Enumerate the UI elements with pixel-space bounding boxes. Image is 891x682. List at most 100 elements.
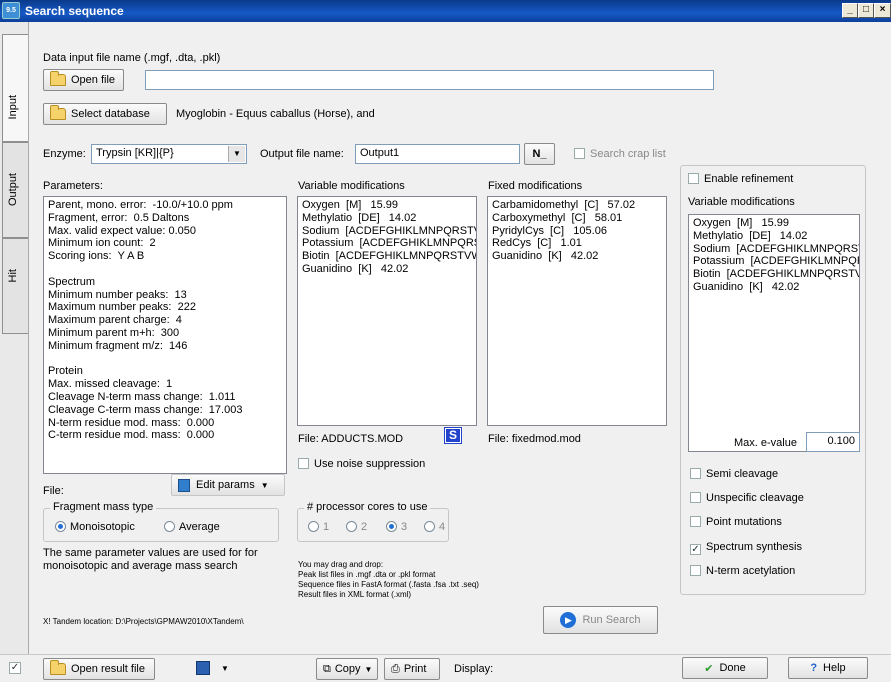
average-radio[interactable]: Average	[164, 521, 220, 533]
open-file-button[interactable]: Open file	[43, 69, 124, 91]
mass-type-legend: Fragment mass type	[50, 501, 157, 513]
edit-params-icon	[178, 478, 190, 492]
checkbox-box	[574, 148, 585, 159]
minimize-button[interactable]: _	[842, 3, 858, 18]
fixedmods-file: File: fixedmod.mod	[488, 433, 581, 445]
nterm-acetylation-label: N-term acetylation	[706, 565, 796, 577]
folder-icon	[50, 660, 66, 675]
radio-unselected	[164, 521, 175, 532]
help-button[interactable]: ? Help	[788, 657, 868, 679]
new-output-button[interactable]: N_	[524, 143, 555, 165]
datafile-input[interactable]	[145, 70, 714, 90]
max-evalue-input[interactable]: 0.100	[806, 432, 860, 452]
vertical-tab-strip: Input Output Hit	[0, 22, 29, 654]
checkbox-box	[688, 173, 699, 184]
print-label: Print	[403, 663, 427, 675]
core-2-label: 2	[361, 521, 368, 533]
select-database-button[interactable]: Select database	[43, 103, 167, 125]
refinement-varmods-listbox[interactable]: Oxygen [M] 15.99 Methylatio [DE] 14.02 S…	[688, 214, 860, 452]
bottom-toolbar: ✓ Open result file ▼ ⧉ Copy ▼ ⎙ Print Displ…	[0, 654, 891, 682]
radio-unselected	[346, 521, 357, 532]
open-result-file-button[interactable]: Open result file	[43, 658, 155, 680]
copy-button[interactable]: ⧉ Copy ▼	[316, 658, 378, 680]
output-file-input[interactable]: Output1	[355, 144, 520, 164]
fixedmods-label: Fixed modifications	[488, 180, 583, 192]
tab-hit[interactable]: Hit	[2, 238, 28, 334]
monoisotopic-radio[interactable]: Monoisotopic	[55, 521, 135, 533]
open-result-file-label: Open result file	[71, 663, 145, 675]
enzyme-select[interactable]: Trypsin [KR]|{P} ▼	[91, 144, 247, 164]
checkbox-box	[690, 492, 701, 503]
chevron-down-icon[interactable]: ▼	[228, 146, 245, 162]
tandem-location: X! Tandem location: D:\Projects\GPMAW201…	[43, 617, 244, 626]
radio-unselected	[308, 521, 319, 532]
semi-cleavage-label: Semi cleavage	[706, 468, 779, 480]
save-icon[interactable]	[196, 661, 210, 675]
title-bar: 9.5 Search sequence _ □ ×	[0, 0, 891, 22]
copy-label: Copy	[334, 663, 361, 675]
core-2-radio[interactable]: 2	[346, 521, 367, 533]
radio-unselected	[424, 521, 435, 532]
unspecific-cleavage-label: Unspecific cleavage	[706, 492, 804, 504]
point-mutations-label: Point mutations	[706, 516, 782, 528]
fixedmods-listbox[interactable]: Carbamidomethyl [C] 57.02 Carboxymethyl …	[487, 196, 667, 426]
checkmark-icon[interactable]: ✓	[9, 662, 21, 674]
cores-legend: # processor cores to use	[304, 501, 431, 513]
tab-output[interactable]: Output	[2, 142, 28, 238]
point-mutations-checkbox[interactable]: Point mutations	[690, 516, 782, 528]
core-3-label: 3	[401, 521, 408, 533]
copy-icon: ⧉	[323, 662, 331, 675]
tab-input[interactable]: Input	[2, 34, 28, 142]
radio-selected	[386, 521, 397, 532]
checkmark-icon: ✔	[704, 662, 714, 675]
help-label: Help	[823, 662, 846, 674]
window-title: Search sequence	[25, 4, 124, 18]
average-label: Average	[179, 521, 220, 533]
printer-icon: ⎙	[391, 662, 400, 675]
enable-refinement-checkbox[interactable]: Enable refinement	[688, 173, 793, 185]
display-label: Display:	[454, 663, 494, 675]
varmods-label: Variable modifications	[298, 180, 405, 192]
parameters-listbox[interactable]: Parent, mono. error: -10.0/+10.0 ppm Fra…	[43, 196, 287, 474]
noise-suppression-checkbox[interactable]: Use noise suppression	[298, 458, 425, 470]
checkbox-box	[298, 458, 309, 469]
open-file-label: Open file	[71, 74, 116, 86]
varmods-listbox[interactable]: Oxygen [M] 15.99 Methylatio [DE] 14.02 S…	[297, 196, 477, 426]
noise-suppression-label: Use noise suppression	[314, 458, 426, 470]
search-crap-checkbox[interactable]: Search crap list	[574, 148, 666, 160]
nterm-acetylation-checkbox[interactable]: N-term acetylation	[690, 565, 795, 577]
unspecific-cleavage-checkbox[interactable]: Unspecific cleavage	[690, 492, 804, 504]
core-1-radio[interactable]: 1	[308, 521, 329, 533]
database-name: Myoglobin - Equus caballus (Horse), and	[176, 108, 375, 120]
parameters-label: Parameters:	[43, 180, 103, 192]
tab-hit-label: Hit	[7, 269, 19, 283]
checkbox-box	[690, 565, 701, 576]
semi-cleavage-checkbox[interactable]: Semi cleavage	[690, 468, 778, 480]
maximize-button[interactable]: □	[858, 3, 874, 18]
enzyme-value: Trypsin [KR]|{P}	[96, 147, 174, 159]
chevron-down-icon[interactable]: ▼	[221, 664, 229, 673]
print-button[interactable]: ⎙ Print	[384, 658, 440, 680]
spectrum-synthesis-label: Spectrum synthesis	[706, 541, 802, 553]
checkbox-box	[690, 516, 701, 527]
spectrum-synthesis-checkbox[interactable]: ✓ Spectrum synthesis	[690, 541, 802, 555]
core-3-radio[interactable]: 3	[386, 521, 407, 533]
chevron-down-icon: ▼	[260, 480, 269, 490]
s-badge-button[interactable]: S	[444, 427, 462, 444]
output-file-label: Output file name:	[260, 148, 344, 160]
tab-input-label: Input	[7, 95, 19, 120]
core-4-radio[interactable]: 4	[424, 521, 445, 533]
chevron-down-icon: ▼	[364, 664, 373, 674]
folder-icon	[50, 105, 66, 120]
mass-type-note: The same parameter values are used for f…	[43, 547, 258, 572]
run-search-button[interactable]: ▶ Run Search	[543, 606, 658, 634]
close-button[interactable]: ×	[874, 3, 891, 18]
play-icon: ▶	[560, 612, 577, 628]
enzyme-label: Enzyme:	[43, 148, 86, 160]
edit-params-button[interactable]: Edit params ▼	[171, 474, 285, 496]
done-button[interactable]: ✔ Done	[682, 657, 768, 679]
varmods-file: File: ADDUCTS.MOD	[298, 433, 404, 445]
done-label: Done	[719, 662, 746, 674]
drag-drop-note: You may drag and drop: Peak list files i…	[298, 560, 479, 599]
datafile-label: Data input file name (.mgf, .dta, .pkl)	[43, 52, 221, 64]
